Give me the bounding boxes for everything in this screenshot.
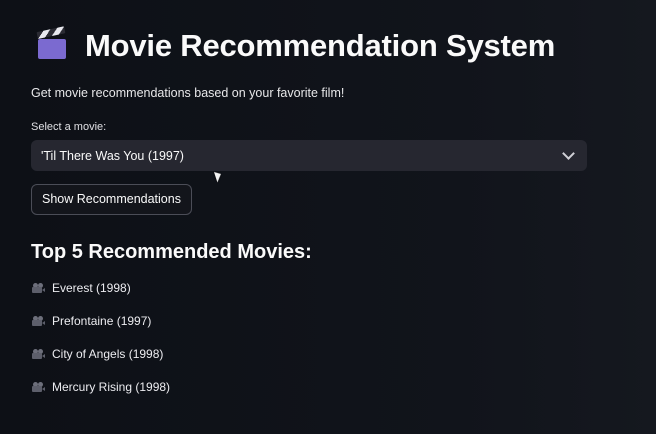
- app-page: Movie Recommendation System Get movie re…: [0, 0, 656, 434]
- chevron-down-icon[interactable]: [562, 147, 575, 160]
- recommendation-title: City of Angels (1998): [52, 346, 164, 361]
- recommendation-title: Everest (1998): [52, 280, 131, 295]
- movie-camera-icon: [32, 282, 45, 293]
- recommendation-title: Prefontaine (1997): [52, 313, 152, 328]
- list-item: Mercury Rising (1998): [31, 378, 591, 395]
- list-item: Prefontaine (1997): [31, 312, 591, 329]
- page-subtitle: Get movie recommendations based on your …: [31, 86, 345, 100]
- movie-select[interactable]: 'Til There Was You (1997): [31, 140, 587, 171]
- movie-camera-icon: [32, 348, 45, 359]
- list-item: Everest (1998): [31, 279, 591, 296]
- page-title: Movie Recommendation System: [31, 24, 591, 68]
- clapper-board-icon: [36, 26, 67, 59]
- movie-camera-icon: [32, 381, 45, 392]
- show-recommendations-button[interactable]: Show Recommendations: [31, 184, 192, 215]
- main-content: Movie Recommendation System Get movie re…: [31, 24, 591, 411]
- recommendations-list: Everest (1998) Prefontaine (1997) City o…: [31, 279, 591, 395]
- recommendations-title: Top 5 Recommended Movies:: [31, 241, 312, 263]
- movie-select-label: Select a movie:: [31, 121, 107, 133]
- list-item: City of Angels (1998): [31, 345, 591, 362]
- page-title-text: Movie Recommendation System: [85, 28, 556, 63]
- recommendation-title: Mercury Rising (1998): [52, 379, 171, 394]
- movie-camera-icon: [32, 315, 45, 326]
- movie-select-value: 'Til There Was You (1997): [41, 148, 184, 163]
